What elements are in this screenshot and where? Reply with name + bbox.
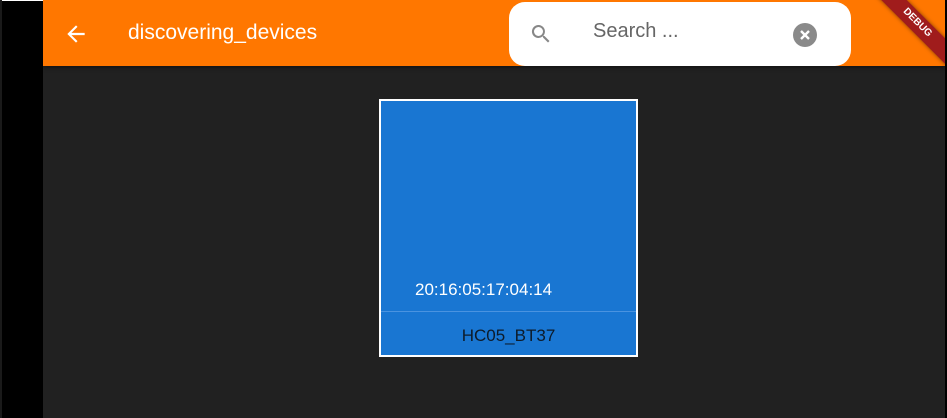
page-title: discovering_devices — [128, 21, 318, 44]
debug-banner: DEBUG — [868, 0, 945, 72]
search-input[interactable] — [593, 20, 773, 43]
back-button[interactable] — [63, 21, 89, 47]
clear-search-button[interactable] — [793, 23, 817, 47]
search-box — [509, 2, 851, 66]
close-icon — [800, 30, 810, 40]
device-name: HC05_BT37 — [461, 326, 556, 345]
divider — [381, 311, 636, 312]
app-window: discovering_devices DEBUG 20:16:05:17:04… — [43, 0, 945, 418]
arrow-left-icon — [67, 25, 85, 43]
app-bar: discovering_devices DEBUG — [43, 0, 945, 72]
left-edge-panel — [0, 0, 45, 418]
search-icon — [531, 25, 550, 43]
device-card[interactable]: 20:16:05:17:04:14 HC05_BT37 — [379, 99, 638, 357]
device-address: 20:16:05:17:04:14 — [415, 280, 553, 299]
